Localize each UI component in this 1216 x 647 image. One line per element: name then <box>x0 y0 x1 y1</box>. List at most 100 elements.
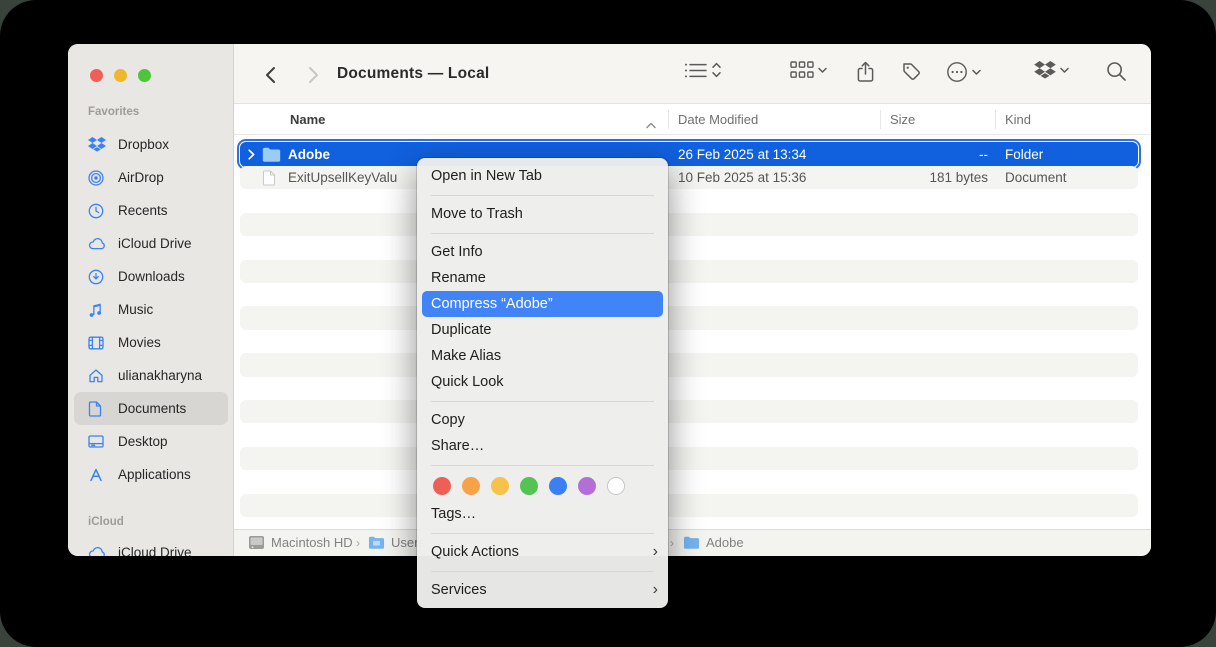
sidebar-item-label: Recents <box>118 203 168 218</box>
folder-icon <box>262 147 288 162</box>
list-view-icon <box>684 62 707 79</box>
column-divider[interactable] <box>668 110 669 129</box>
disclosure-chevron-icon[interactable] <box>248 149 262 160</box>
row-stripe <box>240 447 1138 470</box>
column-divider[interactable] <box>880 110 881 129</box>
sidebar-item-documents[interactable]: Documents <box>74 392 228 425</box>
menu-item-rename[interactable]: Rename <box>417 265 668 291</box>
sidebar-item-desktop[interactable]: Desktop <box>74 425 228 458</box>
sidebar-item-music[interactable]: Music <box>74 293 228 326</box>
context-menu: Open in New Tab Move to Trash Get Info R… <box>417 158 668 608</box>
tag-purple[interactable] <box>578 477 596 495</box>
sidebar-item-icloud-drive[interactable]: iCloud Drive <box>74 227 228 260</box>
group-icon <box>790 61 814 79</box>
menu-item-duplicate[interactable]: Duplicate <box>417 317 668 343</box>
sidebar: Favorites Dropbox AirDrop Recents <box>68 44 234 556</box>
path-item-adobe[interactable]: Adobe <box>683 535 744 550</box>
menu-separator <box>431 195 654 196</box>
menu-item-compress-adobe[interactable]: Compress “Adobe” <box>422 291 663 317</box>
column-header-date-modified[interactable]: Date Modified <box>678 112 758 127</box>
file-size: -- <box>838 147 988 162</box>
column-divider[interactable] <box>995 110 996 129</box>
submenu-chevron-icon: › <box>653 582 658 598</box>
menu-item-quick-look[interactable]: Quick Look <box>417 369 668 395</box>
cloud-icon <box>88 544 110 556</box>
more-actions-button[interactable] <box>946 61 981 83</box>
file-name: ExitUpsellKeyValu <box>288 170 397 185</box>
submenu-chevron-icon: › <box>653 544 658 560</box>
tag-red[interactable] <box>433 477 451 495</box>
sidebar-item-label: Desktop <box>118 434 168 449</box>
menu-item-copy[interactable]: Copy <box>417 407 668 433</box>
menu-item-label: Quick Actions <box>431 544 519 560</box>
menu-tag-row <box>417 471 668 501</box>
applications-icon <box>88 466 110 483</box>
close-button[interactable] <box>90 69 103 82</box>
dropbox-icon <box>1034 61 1056 79</box>
tag-blue[interactable] <box>549 477 567 495</box>
share-icon <box>856 61 875 83</box>
forward-button[interactable] <box>302 64 324 86</box>
menu-item-share[interactable]: Share… <box>417 433 668 459</box>
cloud-icon <box>88 235 110 252</box>
path-item-label: Macintosh HD <box>271 535 353 550</box>
chevron-down-icon <box>1060 67 1069 74</box>
hard-drive-icon <box>248 535 265 550</box>
menu-item-get-info[interactable]: Get Info <box>417 239 668 265</box>
main-area: Documents — Local <box>234 44 1151 556</box>
path-item-macintosh-hd[interactable]: Macintosh HD <box>248 535 353 550</box>
file-list-body: Adobe 26 Feb 2025 at 13:34 -- Folder Exi… <box>234 135 1151 529</box>
maximize-button[interactable] <box>138 69 151 82</box>
sidebar-icloud-list: iCloud Drive <box>74 536 228 556</box>
search-button[interactable] <box>1106 61 1127 82</box>
dropbox-toolbar-button[interactable] <box>1034 61 1069 79</box>
menu-item-open-in-new-tab[interactable]: Open in New Tab <box>417 163 668 189</box>
tags-button[interactable] <box>901 61 922 82</box>
file-date: 26 Feb 2025 at 13:34 <box>678 147 806 162</box>
row-stripe <box>240 213 1138 236</box>
back-button[interactable] <box>259 64 281 86</box>
sidebar-item-dropbox[interactable]: Dropbox <box>74 128 228 161</box>
sidebar-item-label: Music <box>118 302 153 317</box>
menu-item-move-to-trash[interactable]: Move to Trash <box>417 201 668 227</box>
row-stripe <box>240 494 1138 517</box>
file-kind: Folder <box>1005 147 1043 162</box>
tag-yellow[interactable] <box>491 477 509 495</box>
toolbar: Documents — Local <box>234 44 1151 104</box>
folder-icon <box>683 536 700 549</box>
tag-green[interactable] <box>520 477 538 495</box>
sidebar-item-home[interactable]: ulianakharyna <box>74 359 228 392</box>
sidebar-favorites-list: Dropbox AirDrop Recents iCloud Drive <box>74 128 228 491</box>
group-by-button[interactable] <box>790 61 827 79</box>
column-header-kind[interactable]: Kind <box>1005 112 1031 127</box>
sidebar-item-label: iCloud Drive <box>118 236 192 251</box>
menu-item-quick-actions[interactable]: Quick Actions › <box>417 539 668 565</box>
sidebar-item-icloud-drive-2[interactable]: iCloud Drive <box>74 536 228 556</box>
sidebar-item-downloads[interactable]: Downloads <box>74 260 228 293</box>
share-button[interactable] <box>856 61 875 83</box>
menu-item-tags[interactable]: Tags… <box>417 501 668 527</box>
sidebar-item-recents[interactable]: Recents <box>74 194 228 227</box>
column-header-size[interactable]: Size <box>890 112 915 127</box>
path-bar: Macintosh HD › Users › Adobe <box>234 529 1151 556</box>
sidebar-item-label: AirDrop <box>118 170 164 185</box>
sidebar-item-movies[interactable]: Movies <box>74 326 228 359</box>
view-options-button[interactable] <box>684 61 722 79</box>
sidebar-item-label: Applications <box>118 467 191 482</box>
column-header-name[interactable]: Name <box>290 112 325 127</box>
ellipsis-circle-icon <box>946 61 968 83</box>
file-row-exitupsell[interactable]: ExitUpsellKeyValu 10 Feb 2025 at 15:36 1… <box>240 166 1138 189</box>
path-item-label: Adobe <box>706 535 744 550</box>
minimize-button[interactable] <box>114 69 127 82</box>
tag-orange[interactable] <box>462 477 480 495</box>
file-row-adobe[interactable]: Adobe 26 Feb 2025 at 13:34 -- Folder <box>240 142 1138 167</box>
menu-item-make-alias[interactable]: Make Alias <box>417 343 668 369</box>
tag-none[interactable] <box>607 477 625 495</box>
sidebar-item-label: Movies <box>118 335 161 350</box>
sidebar-item-airdrop[interactable]: AirDrop <box>74 161 228 194</box>
file-size: 181 bytes <box>838 170 988 185</box>
sidebar-item-applications[interactable]: Applications <box>74 458 228 491</box>
file-kind: Document <box>1005 170 1067 185</box>
chevron-down-icon <box>972 69 981 76</box>
menu-item-services[interactable]: Services › <box>417 577 668 603</box>
